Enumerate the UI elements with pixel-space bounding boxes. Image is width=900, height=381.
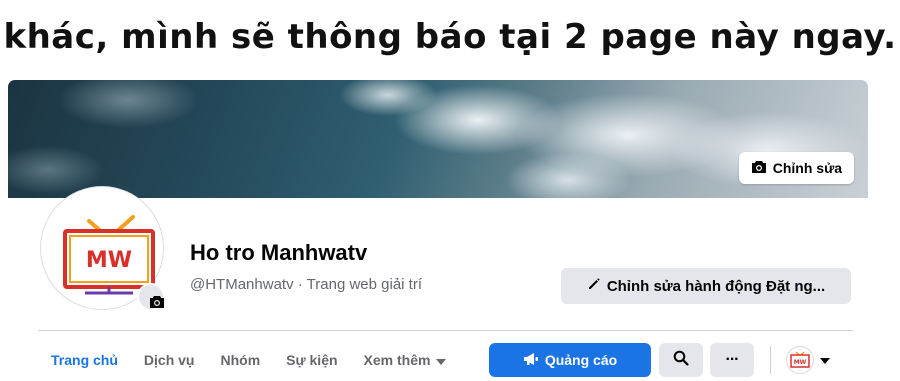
cover-photo: Chỉnh sửa: [8, 80, 868, 198]
tab-home[interactable]: Trang chủ: [38, 342, 131, 378]
more-dots-icon: ···: [725, 351, 740, 368]
camera-icon: [751, 160, 767, 177]
megaphone-icon: [523, 352, 539, 369]
meme-caption: khác, mình sẽ thông báo tại 2 page này n…: [3, 17, 897, 57]
page-title: Ho tro Manhwatv: [190, 240, 368, 265]
avatar-camera-button[interactable]: [137, 283, 165, 311]
facebook-page-header: Chỉnh sửa MW Ho tro Manhwatv @HTManhwatv…: [8, 80, 868, 381]
tab-groups[interactable]: Nhóm: [207, 342, 273, 378]
mini-avatar: MW: [786, 346, 814, 374]
page-username: @HTManhwatv: [190, 276, 294, 293]
advertise-label: Quảng cáo: [544, 352, 618, 368]
caret-down-icon: [436, 352, 447, 368]
tab-groups-label: Nhóm: [220, 352, 261, 368]
page-tabs: Trang chủ Dịch vụ Nhóm Sự kiện Xem thêm: [38, 342, 459, 378]
tab-services-label: Dịch vụ: [143, 352, 195, 368]
tab-see-more[interactable]: Xem thêm: [351, 342, 460, 378]
page-subtitle: @HTManhwatv · Trang web giải trí: [190, 276, 422, 293]
header-divider: [38, 330, 853, 331]
logo-text: MW: [86, 248, 132, 273]
edit-action-button[interactable]: Chỉnh sửa hành động Đặt ng...: [561, 268, 851, 304]
advertise-button[interactable]: Quảng cáo: [489, 343, 651, 377]
tab-events[interactable]: Sự kiện: [273, 342, 350, 378]
edit-action-label: Chỉnh sửa hành động Đặt ng...: [606, 277, 826, 295]
more-options-button[interactable]: ···: [710, 343, 754, 377]
caret-down-icon: [820, 351, 830, 369]
page-avatar[interactable]: MW: [41, 187, 165, 311]
search-icon: [673, 350, 689, 371]
tab-events-label: Sự kiện: [286, 352, 338, 368]
pencil-icon: [587, 277, 601, 295]
tab-home-label: Trang chủ: [51, 352, 118, 368]
toolbar-divider: [770, 346, 771, 374]
mini-logo-text: MW: [794, 359, 807, 366]
search-page-button[interactable]: [659, 343, 703, 377]
tab-see-more-label: Xem thêm: [363, 352, 431, 368]
edit-cover-label: Chỉnh sửa: [772, 160, 842, 176]
edit-cover-button[interactable]: Chỉnh sửa: [738, 152, 854, 184]
tab-services[interactable]: Dịch vụ: [131, 342, 208, 378]
separator-dot: ·: [297, 276, 303, 293]
profile-switch-button[interactable]: MW: [786, 346, 830, 374]
page-category[interactable]: Trang web giải trí: [307, 276, 422, 293]
